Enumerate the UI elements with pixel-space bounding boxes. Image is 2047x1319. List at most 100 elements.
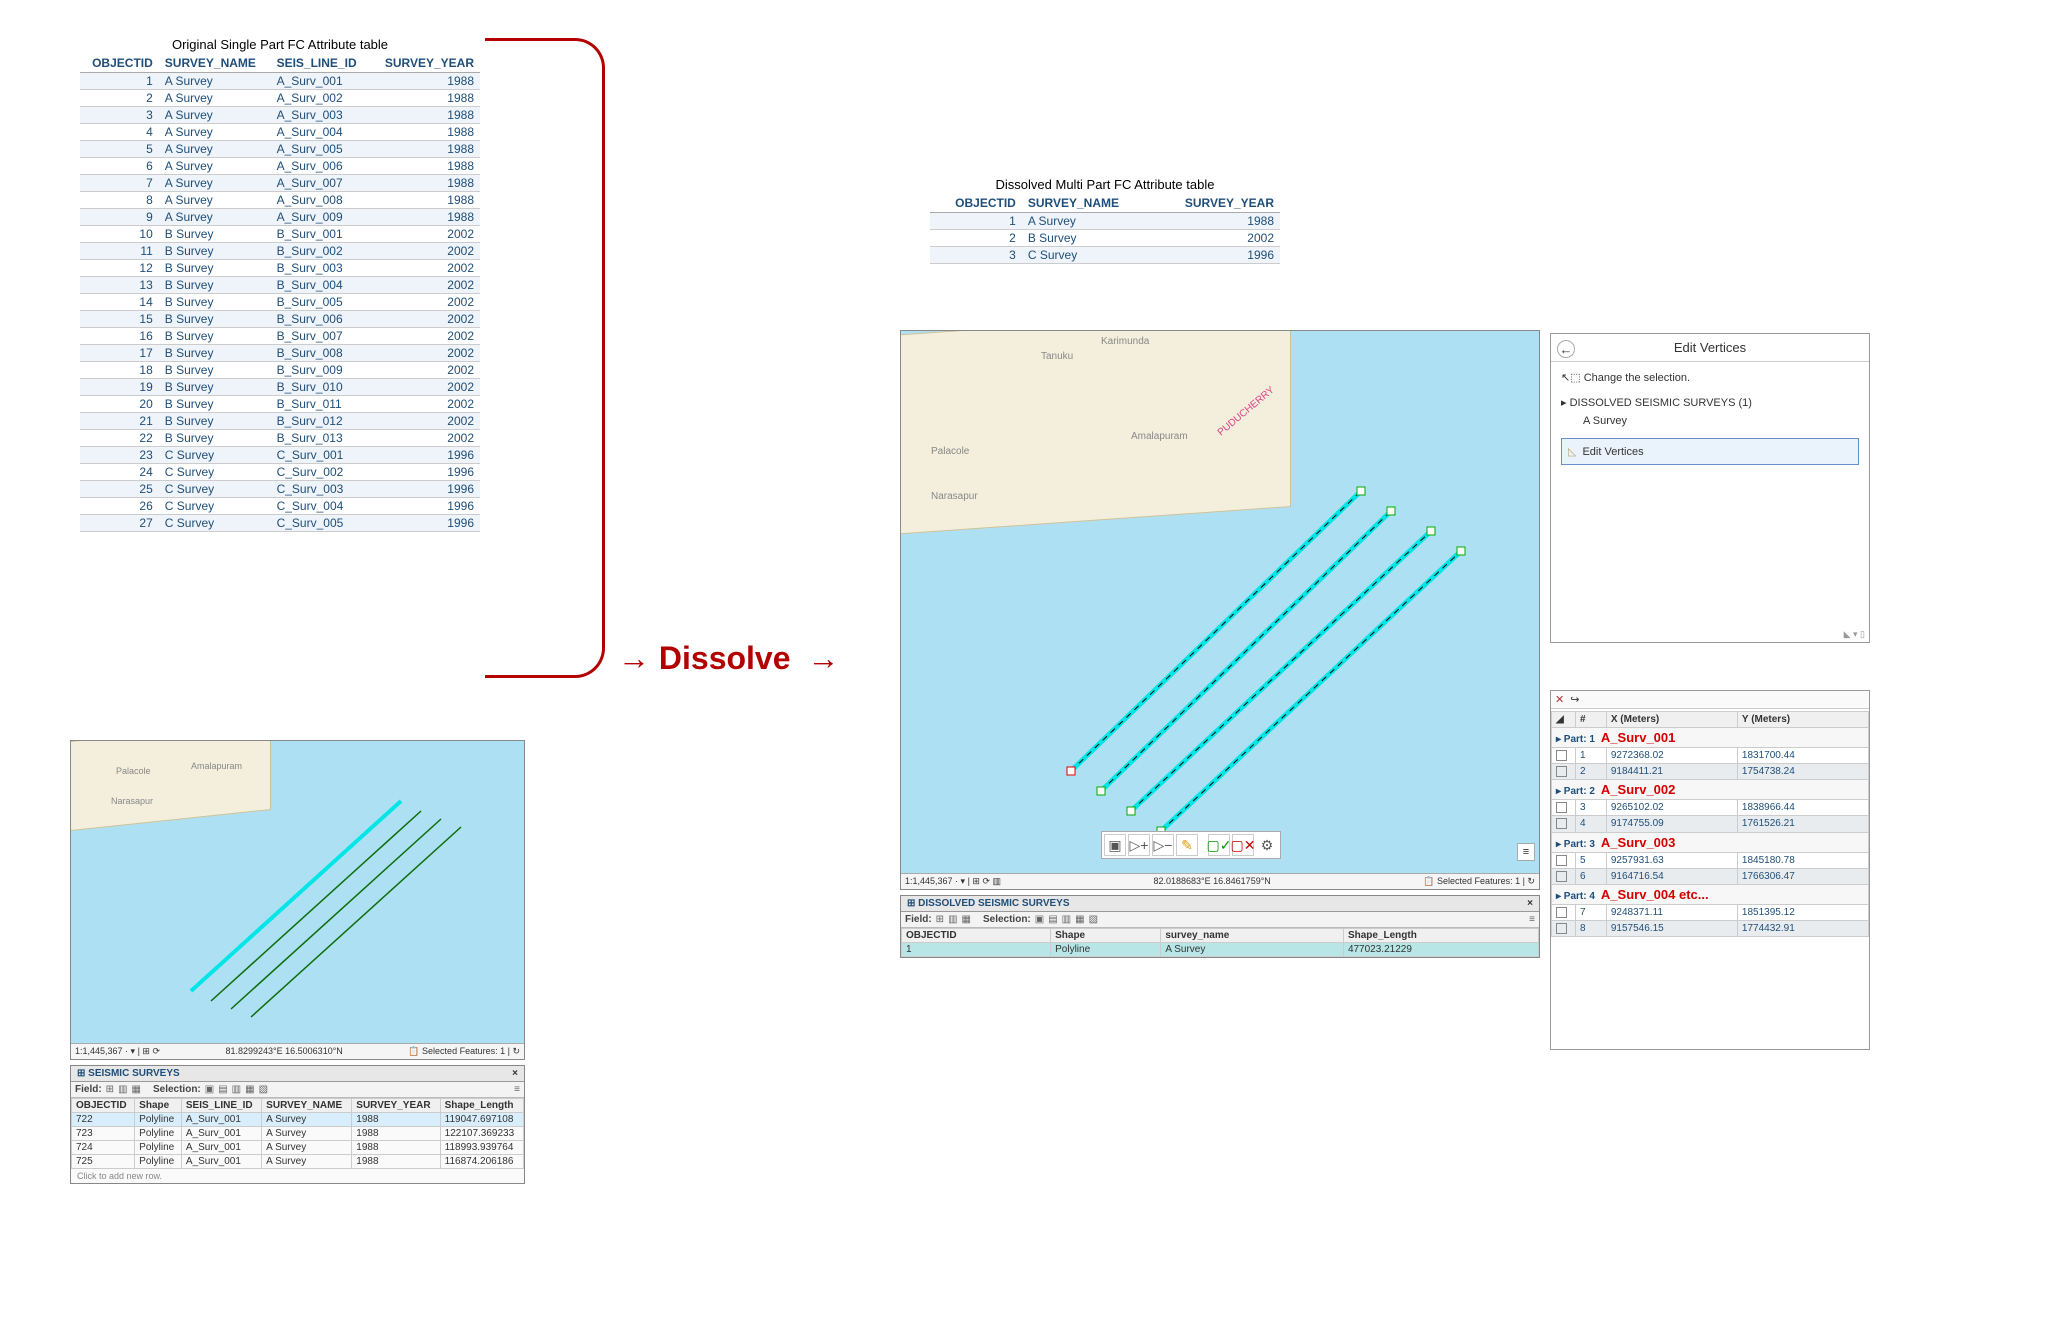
vertex-row[interactable]: 19272368.021831700.44 bbox=[1552, 748, 1869, 764]
table-row[interactable]: 2B Survey2002 bbox=[930, 230, 1280, 247]
table-row[interactable]: 1A Survey1988 bbox=[930, 213, 1280, 230]
table-row[interactable]: 23C SurveyC_Surv_0011996 bbox=[80, 447, 480, 464]
sel-tool-icon[interactable]: ▦ bbox=[1075, 914, 1084, 925]
table-toolbar[interactable]: Field: ⊞▥▦ Selection: ▣▤▥▦▧ ≡ bbox=[71, 1082, 524, 1098]
menu-icon[interactable]: ≡ bbox=[1529, 914, 1535, 925]
sel-tool-icon[interactable]: ▣ bbox=[205, 1084, 214, 1095]
table-row[interactable]: 5A SurveyA_Surv_0051988 bbox=[80, 141, 480, 158]
field-tool-icon[interactable]: ▥ bbox=[948, 914, 957, 925]
table-tab[interactable]: ⊞ DISSOLVED SEISMIC SURVEYS × bbox=[901, 896, 1539, 912]
sel-tool-icon[interactable]: ▥ bbox=[1062, 914, 1071, 925]
table-row[interactable]: 9A SurveyA_Surv_0091988 bbox=[80, 209, 480, 226]
vertex-part-header[interactable]: ▸ Part: 2A_Surv_002 bbox=[1552, 780, 1869, 800]
table-row[interactable]: 12B SurveyB_Surv_0032002 bbox=[80, 260, 480, 277]
feature-node[interactable]: A Survey bbox=[1561, 412, 1859, 430]
sel-tool-icon[interactable]: ▦ bbox=[245, 1084, 254, 1095]
table-row[interactable]: 724PolylineA_Surv_001A Survey1988118993.… bbox=[72, 1141, 524, 1155]
table-row[interactable]: 25C SurveyC_Surv_0031996 bbox=[80, 481, 480, 498]
vertex-table[interactable]: ✕ ↪ ◢ # X (Meters) Y (Meters) ▸ Part: 1A… bbox=[1550, 690, 1870, 1050]
map-lines bbox=[901, 331, 1540, 871]
delete-icon[interactable]: ✕ bbox=[1555, 693, 1564, 706]
edit-float-toolbar[interactable]: ▣ ▷+ ▷− ✎ ▢✓ ▢✕ ⚙ bbox=[1101, 831, 1281, 859]
table-row[interactable]: 22B SurveyB_Surv_0132002 bbox=[80, 430, 480, 447]
close-icon[interactable]: × bbox=[512, 1068, 518, 1079]
vertex-part-header[interactable]: ▸ Part: 4A_Surv_004 etc... bbox=[1552, 884, 1869, 904]
sel-tool-icon[interactable]: ▤ bbox=[1048, 914, 1057, 925]
table-row[interactable]: 16B SurveyB_Surv_0072002 bbox=[80, 328, 480, 345]
table-row[interactable]: 13B SurveyB_Surv_0042002 bbox=[80, 277, 480, 294]
col-objectid: OBJECTID bbox=[80, 54, 159, 73]
table-row[interactable]: 725PolylineA_Surv_001A Survey1988116874.… bbox=[72, 1155, 524, 1169]
table-row[interactable]: 8A SurveyA_Surv_0081988 bbox=[80, 192, 480, 209]
table-row[interactable]: 20B SurveyB_Surv_0112002 bbox=[80, 396, 480, 413]
sel-tool-icon[interactable]: ▣ bbox=[1035, 914, 1044, 925]
back-icon[interactable]: ← bbox=[1557, 340, 1575, 358]
seismic-surveys-table[interactable]: ⊞ SEISMIC SURVEYS × Field: ⊞▥▦ Selection… bbox=[70, 1065, 525, 1184]
menu-icon[interactable]: ≡ bbox=[514, 1084, 520, 1095]
table-row[interactable]: 11B SurveyB_Surv_0022002 bbox=[80, 243, 480, 260]
sel-tool-icon[interactable]: ▤ bbox=[218, 1084, 227, 1095]
tool-add-vertex-icon[interactable]: ▷+ bbox=[1128, 834, 1150, 856]
table-row[interactable]: 18B SurveyB_Surv_0092002 bbox=[80, 362, 480, 379]
change-selection-link[interactable]: ↖⬚ Change the selection. bbox=[1561, 368, 1859, 387]
layer-node[interactable]: ▸ DISSOLVED SEISMIC SURVEYS (1) bbox=[1561, 393, 1859, 412]
table-row[interactable]: 6A SurveyA_Surv_0061988 bbox=[80, 158, 480, 175]
map-scale[interactable]: 1:1,445,367 bbox=[905, 876, 953, 886]
table-row[interactable]: 26C SurveyC_Surv_0041996 bbox=[80, 498, 480, 515]
tool-edit-icon[interactable]: ✎ bbox=[1176, 834, 1198, 856]
table-row[interactable]: 722PolylineA_Surv_001A Survey1988119047.… bbox=[72, 1113, 524, 1127]
vertex-row[interactable]: 59257931.631845180.78 bbox=[1552, 852, 1869, 868]
table-row[interactable]: 4A SurveyA_Surv_0041988 bbox=[80, 124, 480, 141]
table-row[interactable]: 19B SurveyB_Surv_0102002 bbox=[80, 379, 480, 396]
map-status-bar: 1:1,445,367 · ▾ | ⊞ ⟳ ▥ 82.0188683°E 16.… bbox=[901, 873, 1539, 889]
vertex-row[interactable]: 29184411.211754738.24 bbox=[1552, 764, 1869, 780]
tool-accept-icon[interactable]: ▢✓ bbox=[1208, 834, 1230, 856]
tool-select-icon[interactable]: ▣ bbox=[1104, 834, 1126, 856]
table-row[interactable]: 1PolylineA Survey477023.21229 bbox=[902, 943, 1539, 957]
edit-vertices-panel[interactable]: ← Edit Vertices ↖⬚ Change the selection.… bbox=[1550, 333, 1870, 643]
field-tool-icon[interactable]: ⊞ bbox=[936, 914, 944, 925]
table-row[interactable]: 24C SurveyC_Surv_0021996 bbox=[80, 464, 480, 481]
field-tool-icon[interactable]: ⊞ bbox=[106, 1084, 114, 1095]
table-row[interactable]: 3C Survey1996 bbox=[930, 247, 1280, 264]
add-row-hint[interactable]: Click to add new row. bbox=[71, 1169, 524, 1183]
table-row[interactable]: 27C SurveyC_Surv_0051996 bbox=[80, 515, 480, 532]
field-tool-icon[interactable]: ▦ bbox=[962, 914, 971, 925]
table-row[interactable]: 21B SurveyB_Surv_0122002 bbox=[80, 413, 480, 430]
tool-gear-icon[interactable]: ⚙ bbox=[1256, 834, 1278, 856]
map-scale[interactable]: 1:1,445,367 bbox=[75, 1046, 123, 1056]
tool-cancel-icon[interactable]: ▢✕ bbox=[1232, 834, 1254, 856]
table-row[interactable]: 723PolylineA_Surv_001A Survey1988122107.… bbox=[72, 1127, 524, 1141]
dissolved-surveys-table[interactable]: ⊞ DISSOLVED SEISMIC SURVEYS × Field: ⊞▥▦… bbox=[900, 895, 1540, 958]
sketch-icon[interactable]: ↪ bbox=[1570, 693, 1579, 706]
table-row[interactable]: 17B SurveyB_Surv_0082002 bbox=[80, 345, 480, 362]
table-row[interactable]: 10B SurveyB_Surv_0012002 bbox=[80, 226, 480, 243]
table-row[interactable]: 3A SurveyA_Surv_0031988 bbox=[80, 107, 480, 124]
table-tab[interactable]: ⊞ SEISMIC SURVEYS × bbox=[71, 1066, 524, 1082]
expand-icon[interactable]: ◣ ▾ ▯ bbox=[1844, 629, 1865, 640]
table-row[interactable]: 14B SurveyB_Surv_0052002 bbox=[80, 294, 480, 311]
vertex-row[interactable]: 89157546.151774432.91 bbox=[1552, 920, 1869, 936]
close-icon[interactable]: × bbox=[1527, 898, 1533, 909]
edit-vertices-operation[interactable]: ◺ Edit Vertices bbox=[1561, 438, 1859, 465]
sel-tool-icon[interactable]: ▧ bbox=[259, 1084, 268, 1095]
map-dissolved[interactable]: Tanuku Palacole Amalapuram Narasapur PUD… bbox=[900, 330, 1540, 890]
table-row[interactable]: 15B SurveyB_Surv_0062002 bbox=[80, 311, 480, 328]
vertex-row[interactable]: 39265102.021838966.44 bbox=[1552, 800, 1869, 816]
field-tool-icon[interactable]: ▥ bbox=[118, 1084, 127, 1095]
map-options-icon[interactable]: ≡ bbox=[1517, 843, 1535, 861]
vertex-row[interactable]: 69164716.541766306.47 bbox=[1552, 868, 1869, 884]
sel-tool-icon[interactable]: ▧ bbox=[1089, 914, 1098, 925]
vertex-row[interactable]: 79248371.111851395.12 bbox=[1552, 904, 1869, 920]
tool-remove-vertex-icon[interactable]: ▷− bbox=[1152, 834, 1174, 856]
vertex-row[interactable]: 49174755.091761526.21 bbox=[1552, 816, 1869, 832]
field-tool-icon[interactable]: ▦ bbox=[132, 1084, 141, 1095]
table-row[interactable]: 2A SurveyA_Surv_0021988 bbox=[80, 90, 480, 107]
vertex-part-header[interactable]: ▸ Part: 3A_Surv_003 bbox=[1552, 832, 1869, 852]
table-row[interactable]: 1A SurveyA_Surv_0011988 bbox=[80, 73, 480, 90]
vertex-part-header[interactable]: ▸ Part: 1A_Surv_001 bbox=[1552, 728, 1869, 748]
sel-tool-icon[interactable]: ▥ bbox=[232, 1084, 241, 1095]
table-toolbar[interactable]: Field: ⊞▥▦ Selection: ▣▤▥▦▧ ≡ bbox=[901, 912, 1539, 928]
table-row[interactable]: 7A SurveyA_Surv_0071988 bbox=[80, 175, 480, 192]
map-original[interactable]: Palacole Amalapuram Narasapur 1:1,445,36… bbox=[70, 740, 525, 1060]
